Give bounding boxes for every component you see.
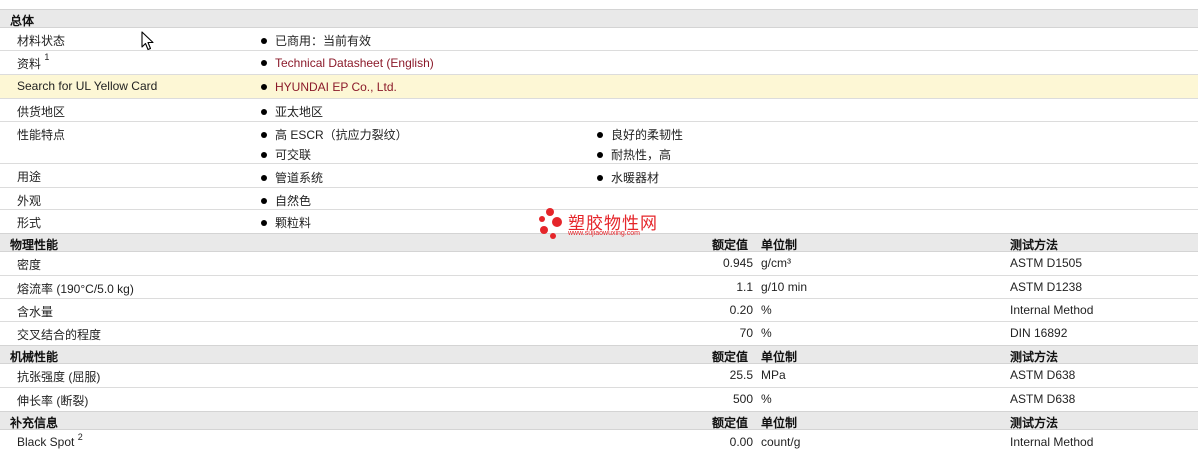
bullet-dot <box>261 37 267 44</box>
header-nominal: 额定值 <box>712 238 749 252</box>
bullet-dot <box>597 174 603 181</box>
row-label: Search for UL Yellow Card <box>17 79 158 93</box>
bullet-item: 水暖器材 <box>597 169 659 186</box>
section-title: 补充信息 <box>10 416 59 430</box>
property-name: 交叉结合的程度 <box>17 328 102 342</box>
table-row: Black Spot 2 0.00 count/g Internal Metho… <box>0 430 1198 449</box>
property-value: 0.945 <box>722 256 753 270</box>
property-unit: g/cm³ <box>761 256 791 270</box>
bullet-item: 已商用：当前有效 <box>261 32 371 49</box>
test-method: ASTM D638 <box>1010 368 1076 382</box>
bullet-dot <box>597 131 603 138</box>
table-row: 含水量 0.20 % Internal Method <box>0 299 1198 322</box>
datasheet-link[interactable]: Technical Datasheet (English) <box>261 56 434 70</box>
property-name: 伸长率 (断裂) <box>17 394 89 408</box>
test-method: ASTM D1505 <box>1010 256 1083 270</box>
row-label: 用途 <box>17 170 42 184</box>
bullet-item: 颗粒料 <box>261 214 311 231</box>
mouse-cursor-icon <box>141 31 154 51</box>
section-header-supplemental: 补充信息 额定值 单位制 测试方法 <box>0 411 1198 430</box>
bullet-dot <box>261 197 267 204</box>
header-unit: 单位制 <box>761 350 798 364</box>
table-row: 交叉结合的程度 70 % DIN 16892 <box>0 322 1198 345</box>
row-label: 形式 <box>17 216 42 230</box>
section-title: 机械性能 <box>10 350 59 364</box>
row-ul-search: Search for UL Yellow Card HYUNDAI EP Co.… <box>0 75 1198 99</box>
bullet-item: 良好的柔韧性 <box>597 126 683 143</box>
row-documents: 资料 1 Technical Datasheet (English) <box>0 51 1198 75</box>
section-header-general: 总体 <box>0 9 1198 28</box>
header-method: 测试方法 <box>1010 416 1059 430</box>
property-name: Black Spot 2 <box>17 432 83 449</box>
row-label: 外观 <box>17 194 42 208</box>
property-unit: count/g <box>761 435 801 449</box>
section-title: 总体 <box>10 14 35 28</box>
bullet-dot <box>261 151 267 158</box>
row-uses: 用途 管道系统 水暖器材 <box>0 164 1198 188</box>
property-value: 1.1 <box>736 280 753 294</box>
header-unit: 单位制 <box>761 238 798 252</box>
bullet-item: 耐热性，高 <box>597 146 671 163</box>
watermark-logo: 塑胶物性网 www.sujiaowuxing.com <box>536 207 666 241</box>
table-row: 抗张强度 (屈服) 25.5 MPa ASTM D638 <box>0 364 1198 388</box>
logo-dots-icon <box>539 208 562 239</box>
table-row: 伸长率 (断裂) 500 % ASTM D638 <box>0 388 1198 411</box>
property-value: 25.5 <box>729 368 753 382</box>
bullet-dot <box>261 219 267 226</box>
ul-yellow-card-link[interactable]: HYUNDAI EP Co., Ltd. <box>261 80 397 94</box>
bullet-item: 可交联 <box>261 146 311 163</box>
test-method: Internal Method <box>1010 303 1094 317</box>
bullet-item: 自然色 <box>261 192 311 209</box>
bullet-dot <box>261 83 267 90</box>
header-nominal: 额定值 <box>712 350 749 364</box>
property-name: 熔流率 (190°C/5.0 kg) <box>17 282 134 296</box>
row-availability: 供货地区 亚太地区 <box>0 99 1198 122</box>
property-value: 500 <box>732 392 753 406</box>
bullet-item: 管道系统 <box>261 169 323 186</box>
bullet-dot <box>261 108 267 115</box>
header-method: 测试方法 <box>1010 238 1059 252</box>
bullet-item: 亚太地区 <box>261 103 323 120</box>
row-label: 性能特点 <box>17 128 66 142</box>
bullet-dot <box>261 131 267 138</box>
property-name: 含水量 <box>17 305 54 319</box>
bullet-dot <box>261 174 267 181</box>
section-header-mechanical: 机械性能 额定值 单位制 测试方法 <box>0 345 1198 364</box>
row-material-status: 材料状态 已商用：当前有效 <box>0 28 1198 51</box>
property-value: 0.20 <box>729 303 753 317</box>
row-label: 材料状态 <box>17 34 66 48</box>
test-method: DIN 16892 <box>1010 326 1068 340</box>
table-row: 熔流率 (190°C/5.0 kg) 1.1 g/10 min ASTM D12… <box>0 276 1198 299</box>
property-unit: MPa <box>761 368 786 382</box>
bullet-item: 高 ESCR（抗应力裂纹） <box>261 126 408 143</box>
test-method: ASTM D638 <box>1010 392 1076 406</box>
bullet-dot <box>261 59 267 66</box>
table-row: 密度 0.945 g/cm³ ASTM D1505 <box>0 252 1198 276</box>
row-features: 性能特点 高 ESCR（抗应力裂纹） 良好的柔韧性 可交联 耐热性，高 <box>0 122 1198 164</box>
property-name: 密度 <box>17 258 42 272</box>
row-label: 资料 1 <box>17 52 50 71</box>
watermark-url: www.sujiaowuxing.com <box>568 230 640 237</box>
section-title: 物理性能 <box>10 238 59 252</box>
header-method: 测试方法 <box>1010 350 1059 364</box>
header-unit: 单位制 <box>761 416 798 430</box>
property-unit: g/10 min <box>761 280 808 294</box>
bullet-dot <box>597 151 603 158</box>
property-value: 0.00 <box>729 435 753 449</box>
property-value: 70 <box>739 326 753 340</box>
row-label: 供货地区 <box>17 105 66 119</box>
test-method: ASTM D1238 <box>1010 280 1083 294</box>
property-unit: % <box>761 392 772 406</box>
test-method: Internal Method <box>1010 435 1094 449</box>
property-name: 抗张强度 (屈服) <box>17 370 101 384</box>
property-unit: % <box>761 326 772 340</box>
property-unit: % <box>761 303 772 317</box>
header-nominal: 额定值 <box>712 416 749 430</box>
